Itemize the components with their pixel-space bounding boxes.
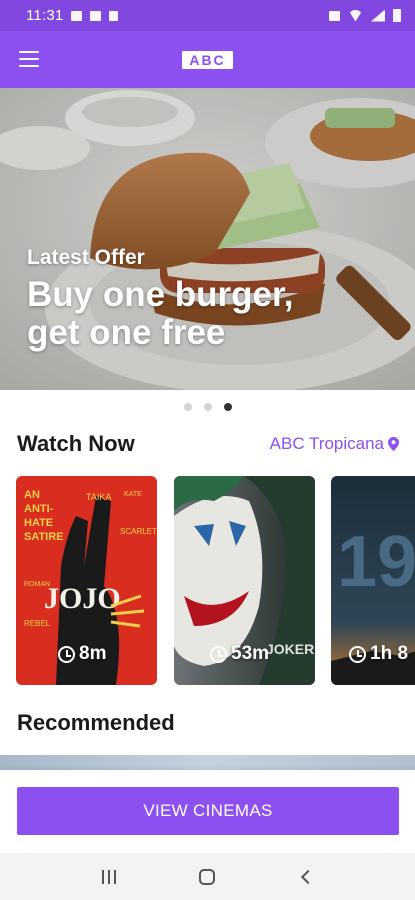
recents-icon xyxy=(102,869,117,884)
joker-title: JOKER xyxy=(266,641,314,657)
signal-icon xyxy=(371,9,385,22)
location-selector[interactable]: ABC Tropicana xyxy=(270,434,399,454)
system-nav-bar xyxy=(0,853,415,900)
home-icon xyxy=(199,868,216,885)
location-pin-icon xyxy=(388,437,399,451)
hero-text: Latest Offer Buy one burger, get one fre… xyxy=(27,246,337,352)
app-bar: ABC xyxy=(0,31,415,88)
svg-text:SCARLETT: SCARLETT xyxy=(120,527,157,536)
back-button[interactable] xyxy=(286,862,326,892)
gallery-notification-icon xyxy=(71,10,83,21)
mute-icon xyxy=(329,10,340,21)
clock-icon xyxy=(349,645,366,663)
svg-text:AN: AN xyxy=(24,489,40,501)
svg-text:SATIRE: SATIRE xyxy=(24,531,64,543)
runtime: 1h 8 xyxy=(349,643,408,665)
view-cinemas-button[interactable]: VIEW CINEMAS xyxy=(17,787,399,835)
svg-text:HATE: HATE xyxy=(24,517,53,529)
location-label: ABC Tropicana xyxy=(269,434,384,453)
menu-line xyxy=(19,51,39,53)
photo-notification-icon xyxy=(90,10,102,21)
svg-text:REBEL: REBEL xyxy=(24,619,51,628)
battery-icon xyxy=(393,9,401,22)
carousel-indicator xyxy=(0,403,415,411)
watch-now-header: Watch Now ABC Tropicana xyxy=(17,431,399,457)
runtime-label: 1h 8 xyxy=(370,643,409,664)
svg-text:KATE: KATE xyxy=(124,491,142,498)
watch-now-list: AN ANTI- HATE SATIRE TAIKA KATE SCARLETT… xyxy=(16,476,415,686)
app-logo: ABC xyxy=(182,50,233,69)
status-bar: 11:31 xyxy=(0,0,415,31)
bottom-action-bar: VIEW CINEMAS xyxy=(0,770,415,853)
back-icon xyxy=(300,869,315,884)
clock-icon xyxy=(210,645,227,663)
1917-title: 1917 xyxy=(337,522,415,602)
status-time: 11:31 xyxy=(26,7,64,24)
status-right xyxy=(329,9,401,22)
hero-kicker: Latest Offer xyxy=(27,246,145,269)
status-left: 11:31 xyxy=(26,7,119,24)
recommended-header: Recommended xyxy=(17,710,399,736)
runtime: 53m xyxy=(210,643,269,665)
jojo-title: JOJO xyxy=(44,582,121,615)
wifi-icon xyxy=(348,9,363,22)
hero-banner[interactable]: Latest Offer Buy one burger, get one fre… xyxy=(0,88,415,390)
carousel-dot[interactable] xyxy=(183,403,192,411)
runtime-label: 53m xyxy=(231,643,270,664)
clock-icon xyxy=(58,645,75,663)
watch-now-title: Watch Now xyxy=(17,431,135,456)
runtime-label: 8m xyxy=(79,643,107,664)
movie-card-joker[interactable]: JOKER 53m xyxy=(174,476,315,685)
svg-text:ANTI-: ANTI- xyxy=(24,503,54,515)
movie-card-1917[interactable]: 1917 1h 8 xyxy=(331,476,415,685)
movie-card-jojo[interactable]: AN ANTI- HATE SATIRE TAIKA KATE SCARLETT… xyxy=(16,476,157,685)
hero-headline: Buy one burger, get one free xyxy=(27,275,294,352)
home-button[interactable] xyxy=(187,862,227,892)
menu-icon[interactable] xyxy=(19,51,39,67)
carousel-dot-active[interactable] xyxy=(223,403,232,411)
recommended-preview-image[interactable] xyxy=(0,755,415,770)
recommended-title: Recommended xyxy=(17,710,175,735)
carousel-dot[interactable] xyxy=(203,403,212,411)
menu-line xyxy=(19,65,39,67)
menu-line xyxy=(19,58,39,60)
runtime: 8m xyxy=(58,643,106,665)
recent-apps-button[interactable] xyxy=(89,862,129,892)
download-icon xyxy=(109,10,119,21)
svg-text:TAIKA: TAIKA xyxy=(86,492,111,502)
